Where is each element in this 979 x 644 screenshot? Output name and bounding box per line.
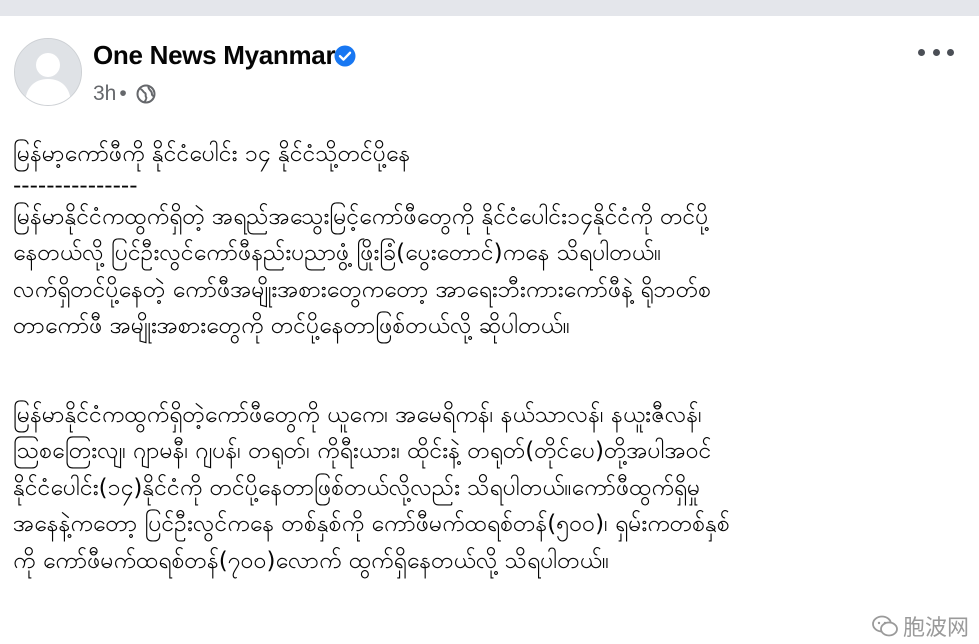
more-dot (918, 48, 925, 56)
post-line: လက်ရှိတင်ပို့နေတဲ့ ကော်ဖီအမျိုးအစားတွေကတ… (13, 276, 712, 303)
watermark-text: 胞波网 (902, 616, 969, 641)
post-line: မြန်မာနိုင်ငံကထွက်ရှိတဲ့ကော်ဖီတွေကို ယူက… (13, 401, 702, 428)
post-line: သြစတြေးလျ၊ ဂျာမနီ၊ ဂျပန်၊ တရုတ်၊ ကိုရီးယ… (13, 438, 712, 464)
watermark: 胞波网 (871, 610, 969, 642)
post-body: မြန်မာ့ကော်ဖီကို နိုင်ငံပေါင်း ၁၄ နိုင်င… (13, 136, 968, 579)
post-line: မြန်မာနိုင်ငံကထွက်ရှိတဲ့ အရည်အသွေးမြင့်က… (13, 203, 709, 230)
post-line: တာကော်ဖီ အမျိုးအစားတွေကို တင်ပို့နေတာဖြစ… (13, 313, 570, 339)
post-line: နိုင်ငံပေါင်း(၁၄)နိုင်ငံကို တင်ပို့နေတာဖ… (13, 474, 701, 501)
more-options-icon[interactable] (918, 40, 954, 64)
default-avatar-icon (15, 39, 81, 105)
wechat-icon (872, 615, 898, 637)
meta-dot: • (119, 82, 127, 105)
top-bar (0, 0, 979, 16)
more-dot (947, 48, 954, 56)
more-dot (932, 48, 940, 56)
avatar[interactable] (14, 38, 82, 106)
post-meta: 3h • (93, 82, 130, 106)
separator-line: --------------- (13, 172, 138, 199)
page-name-link[interactable]: One News Myanmar (93, 40, 336, 71)
post-timestamp[interactable]: 3h (93, 82, 116, 105)
post-line: ကို ကော်ဖီမက်ထရစ်တန်(၇၀၀)လောက် ထွက်ရှိနေ… (13, 547, 609, 574)
globe-icon[interactable] (136, 84, 156, 104)
verified-badge-icon (334, 45, 356, 67)
post-title: မြန်မာ့ကော်ဖီကို နိုင်ငံပေါင်း ၁၄ နိုင်င… (13, 141, 411, 167)
post-line: နေတယ်လို့ ပြင်ဦးလွင်ကော်ဖီနည်းပညာဖွံ့ ဖြ… (13, 240, 662, 266)
post-line: အနေနဲ့ကတော့ ပြင်ဦးလွင်ကနေ တစ်နှစ်ကို ကော… (13, 511, 730, 537)
